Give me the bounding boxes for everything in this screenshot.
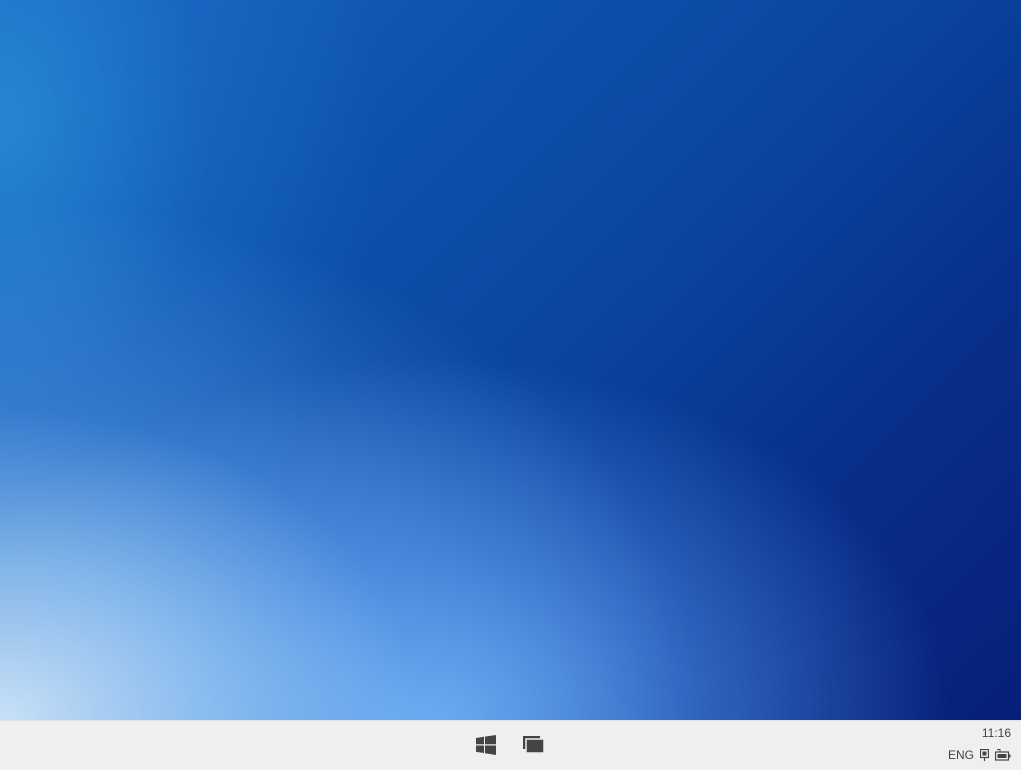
language-indicator[interactable]: ENG [948, 748, 974, 762]
network-icon[interactable] [980, 749, 989, 761]
start-button[interactable] [470, 730, 502, 760]
task-view-icon [523, 736, 545, 754]
system-tray: ENG [948, 748, 1011, 762]
task-view-button[interactable] [518, 730, 550, 760]
desktop-wallpaper[interactable] [0, 0, 1021, 720]
taskbar: 11:16 ENG [0, 720, 1021, 770]
windows-logo-icon [476, 735, 496, 755]
clock[interactable]: 11:16 [982, 726, 1011, 740]
battery-icon[interactable] [995, 749, 1011, 761]
